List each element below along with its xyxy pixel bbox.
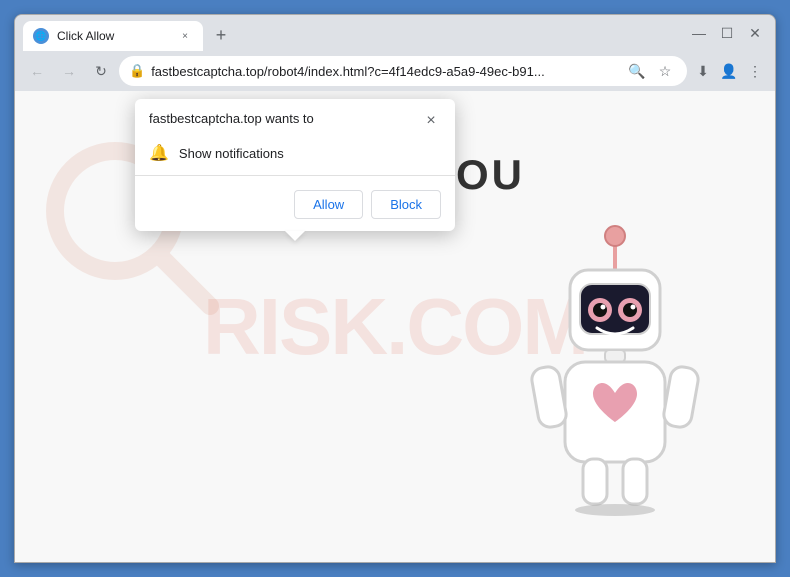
robot-character [515, 222, 735, 542]
url-text: fastbestcaptcha.top/robot4/index.html?c=… [151, 64, 619, 79]
popup-actions: Allow Block [135, 184, 455, 231]
window-controls: — ☐ ✕ [687, 21, 767, 45]
new-tab-button[interactable]: + [207, 21, 235, 49]
tab-bar: 🌐 Click Allow × + [23, 15, 683, 51]
toolbar: ← → ↻ 🔒 fastbestcaptcha.top/robot4/index… [15, 51, 775, 91]
permission-text: Show notifications [179, 146, 284, 161]
forward-button[interactable]: → [55, 57, 83, 85]
notification-popup: fastbestcaptcha.top wants to × 🔔 Show no… [135, 99, 455, 231]
popup-header: fastbestcaptcha.top wants to × [135, 99, 455, 139]
popup-arrow [285, 231, 305, 241]
close-window-button[interactable]: ✕ [743, 21, 767, 45]
lock-icon: 🔒 [129, 63, 145, 79]
tab-close-button[interactable]: × [177, 28, 193, 44]
robot-svg [515, 222, 715, 522]
bell-icon: 🔔 [149, 143, 169, 163]
download-icon[interactable]: ⬇ [691, 59, 715, 83]
popup-close-button[interactable]: × [421, 111, 441, 131]
tab-favicon: 🌐 [33, 28, 49, 44]
maximize-button[interactable]: ☐ [715, 21, 739, 45]
back-button[interactable]: ← [23, 57, 51, 85]
popup-divider [135, 175, 455, 176]
active-tab[interactable]: 🌐 Click Allow × [23, 21, 203, 51]
allow-button[interactable]: Allow [294, 190, 363, 219]
content-area: RISK.COM YOU [15, 91, 775, 562]
title-bar: 🌐 Click Allow × + — ☐ ✕ [15, 15, 775, 51]
block-button[interactable]: Block [371, 190, 441, 219]
bookmark-icon[interactable]: ☆ [653, 59, 677, 83]
search-icon[interactable]: 🔍 [625, 59, 649, 83]
address-bar-icons: 🔍 ☆ [625, 59, 677, 83]
minimize-button[interactable]: — [687, 21, 711, 45]
tab-title: Click Allow [57, 29, 169, 43]
popup-title: fastbestcaptcha.top wants to [149, 111, 314, 126]
menu-icon[interactable]: ⋮ [743, 59, 767, 83]
address-bar[interactable]: 🔒 fastbestcaptcha.top/robot4/index.html?… [119, 56, 687, 86]
toolbar-right: ⬇ 👤 ⋮ [691, 59, 767, 83]
profile-icon[interactable]: 👤 [717, 59, 741, 83]
browser-window: 🌐 Click Allow × + — ☐ ✕ ← → ↻ 🔒 fastbest… [14, 14, 776, 563]
popup-permission-row: 🔔 Show notifications [135, 139, 455, 175]
reload-button[interactable]: ↻ [87, 57, 115, 85]
